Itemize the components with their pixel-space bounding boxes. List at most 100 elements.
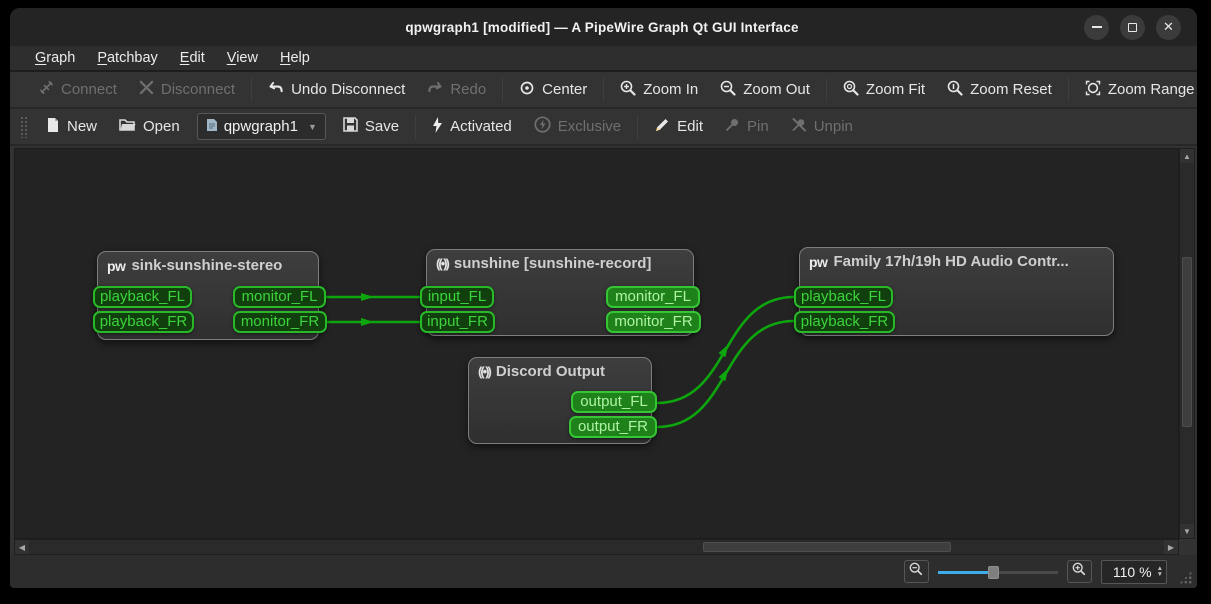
statusbar-zoom-in-button[interactable]: [1066, 560, 1092, 583]
center-button[interactable]: Center: [508, 75, 598, 105]
edit-button[interactable]: Edit: [643, 112, 714, 142]
pipewire-icon: pw: [809, 253, 828, 270]
toolbar-separator: [825, 77, 827, 102]
horizontal-scrollbar-thumb[interactable]: [703, 542, 951, 552]
activated-bolt-icon: [432, 116, 443, 137]
zoom-fit-button[interactable]: Zoom Fit: [832, 75, 936, 105]
node-title: Family 17h/19h HD Audio Contr...: [833, 253, 1069, 270]
scroll-left-button[interactable]: ◀: [15, 540, 29, 554]
audio-stream-icon: ((•)): [436, 256, 450, 271]
connection-arrow-icon: [361, 293, 374, 301]
center-icon: [519, 80, 535, 100]
redo-icon: [427, 80, 443, 99]
zoom-in-icon: [620, 80, 636, 100]
node-header: pw Family 17h/19h HD Audio Contr...: [800, 248, 1113, 275]
vertical-scrollbar[interactable]: ▲ ▼: [1179, 148, 1195, 539]
zoom-range-icon: [1085, 80, 1101, 100]
exclusive-toggle[interactable]: Exclusive: [523, 112, 632, 142]
graph-canvas[interactable]: pw sink-sunshine-stereo ((•)) sunshine [sun…: [14, 148, 1179, 539]
connect-icon: [39, 80, 54, 99]
statusbar: 110 % ▲ ▼: [10, 555, 1197, 588]
horizontal-scrollbar[interactable]: ◀ ▶: [14, 539, 1179, 555]
menu-help[interactable]: Help: [269, 48, 321, 68]
app-window: qpwgraph1 [modified] — A PipeWire Graph …: [10, 8, 1197, 588]
port-discord-output-output_FR[interactable]: output_FR: [569, 416, 657, 438]
statusbar-zoom-out-button[interactable]: [903, 560, 929, 583]
port-family-hd-audio-playback_FR[interactable]: playback_FR: [794, 311, 895, 333]
node-title: sunshine [sunshine-record]: [453, 255, 652, 272]
save-icon: [343, 117, 358, 136]
zoom-slider[interactable]: [937, 563, 1058, 581]
port-family-hd-audio-playback_FL[interactable]: playback_FL: [794, 286, 893, 308]
zoom-in-button[interactable]: Zoom In: [609, 75, 709, 105]
scroll-right-button[interactable]: ▶: [1164, 540, 1178, 554]
toolbar-separator: [637, 114, 639, 139]
zoom-slider-handle[interactable]: [987, 565, 999, 579]
node-header: ((•)) sunshine [sunshine-record]: [427, 250, 693, 277]
menu-view[interactable]: View: [216, 48, 269, 68]
exclusive-bolt-icon: [534, 116, 551, 137]
spin-down-icon[interactable]: ▼: [1157, 571, 1163, 578]
toolbar-drag-handle[interactable]: [20, 115, 27, 138]
toolbar-separator: [502, 77, 504, 102]
menubar: Graph Patchbay Edit View Help: [10, 46, 1197, 72]
zoom-out-icon: [909, 562, 923, 581]
port-sink-sunshine-stereo-playback_FR[interactable]: playback_FR: [93, 311, 194, 333]
scroll-down-button[interactable]: ▼: [1180, 524, 1194, 538]
spinbox-arrows[interactable]: ▲ ▼: [1157, 565, 1163, 578]
window-title: qpwgraph1 [modified] — A PipeWire Graph …: [405, 19, 799, 35]
menu-edit[interactable]: Edit: [169, 48, 216, 68]
toolbar-separator: [603, 77, 605, 102]
maximize-button[interactable]: [1120, 14, 1145, 40]
unpin-button[interactable]: Unpin: [780, 112, 864, 142]
zoom-out-button[interactable]: Zoom Out: [709, 75, 821, 105]
menu-graph[interactable]: Graph: [24, 48, 86, 68]
port-sink-sunshine-stereo-monitor_FL[interactable]: monitor_FL: [233, 286, 326, 308]
activated-toggle[interactable]: Activated: [421, 112, 523, 142]
save-patchbay-button[interactable]: Save: [332, 112, 410, 142]
pin-button[interactable]: Pin: [714, 112, 780, 142]
chevron-down-icon: ▼: [307, 121, 317, 132]
node-header: ((•)) Discord Output: [469, 358, 651, 385]
menu-patchbay[interactable]: Patchbay: [86, 48, 168, 68]
node-header: pw sink-sunshine-stereo: [98, 252, 318, 279]
resize-grip[interactable]: [1179, 571, 1192, 584]
zoom-range-button[interactable]: Zoom Range: [1074, 75, 1197, 105]
zoom-out-icon: [720, 80, 736, 100]
port-sunshine-monitor_FL[interactable]: monitor_FL: [606, 286, 700, 308]
edit-pencil-icon: [654, 117, 670, 137]
redo-button[interactable]: Redo: [416, 75, 497, 105]
port-sunshine-monitor_FR[interactable]: monitor_FR: [606, 311, 701, 333]
pin-icon: [725, 117, 740, 136]
unpin-icon: [791, 117, 807, 136]
zoom-fit-icon: [843, 80, 859, 100]
scroll-up-button[interactable]: ▲: [1180, 149, 1194, 163]
new-patchbay-button[interactable]: New: [35, 112, 108, 142]
zoom-reset-button[interactable]: Zoom Reset: [936, 75, 1063, 105]
connection-arrow-icon: [361, 318, 374, 326]
port-discord-output-output_FL[interactable]: output_FL: [571, 391, 657, 413]
undo-icon: [268, 80, 284, 99]
minimize-button[interactable]: [1084, 14, 1109, 40]
close-button[interactable]: ✕: [1156, 14, 1181, 40]
port-sunshine-input_FR[interactable]: input_FR: [420, 311, 495, 333]
graph-toolbar: Connect Disconnect Undo Disconnect Redo …: [10, 72, 1197, 109]
port-sunshine-input_FL[interactable]: input_FL: [420, 286, 494, 308]
titlebar: qpwgraph1 [modified] — A PipeWire Graph …: [10, 8, 1197, 46]
canvas-area: pw sink-sunshine-stereo ((•)) sunshine [sun…: [14, 148, 1195, 555]
zoom-in-icon: [1072, 562, 1086, 581]
disconnect-button[interactable]: Disconnect: [128, 75, 246, 105]
node-title: sink-sunshine-stereo: [131, 257, 283, 274]
disconnect-icon: [139, 80, 154, 99]
port-sink-sunshine-stereo-playback_FL[interactable]: playback_FL: [93, 286, 192, 308]
connections-layer: [326, 293, 795, 429]
toolbar-separator: [251, 77, 253, 102]
undo-button[interactable]: Undo Disconnect: [257, 75, 416, 105]
vertical-scrollbar-thumb[interactable]: [1182, 257, 1192, 427]
patchbay-selector[interactable]: qpwgraph1 ▼: [196, 113, 326, 140]
zoom-percent-spinbox[interactable]: 110 % ▲ ▼: [1100, 559, 1167, 584]
port-sink-sunshine-stereo-monitor_FR[interactable]: monitor_FR: [233, 311, 327, 333]
connect-button[interactable]: Connect: [28, 75, 128, 105]
open-patchbay-button[interactable]: Open: [108, 112, 191, 142]
zoom-reset-icon: [947, 80, 963, 100]
